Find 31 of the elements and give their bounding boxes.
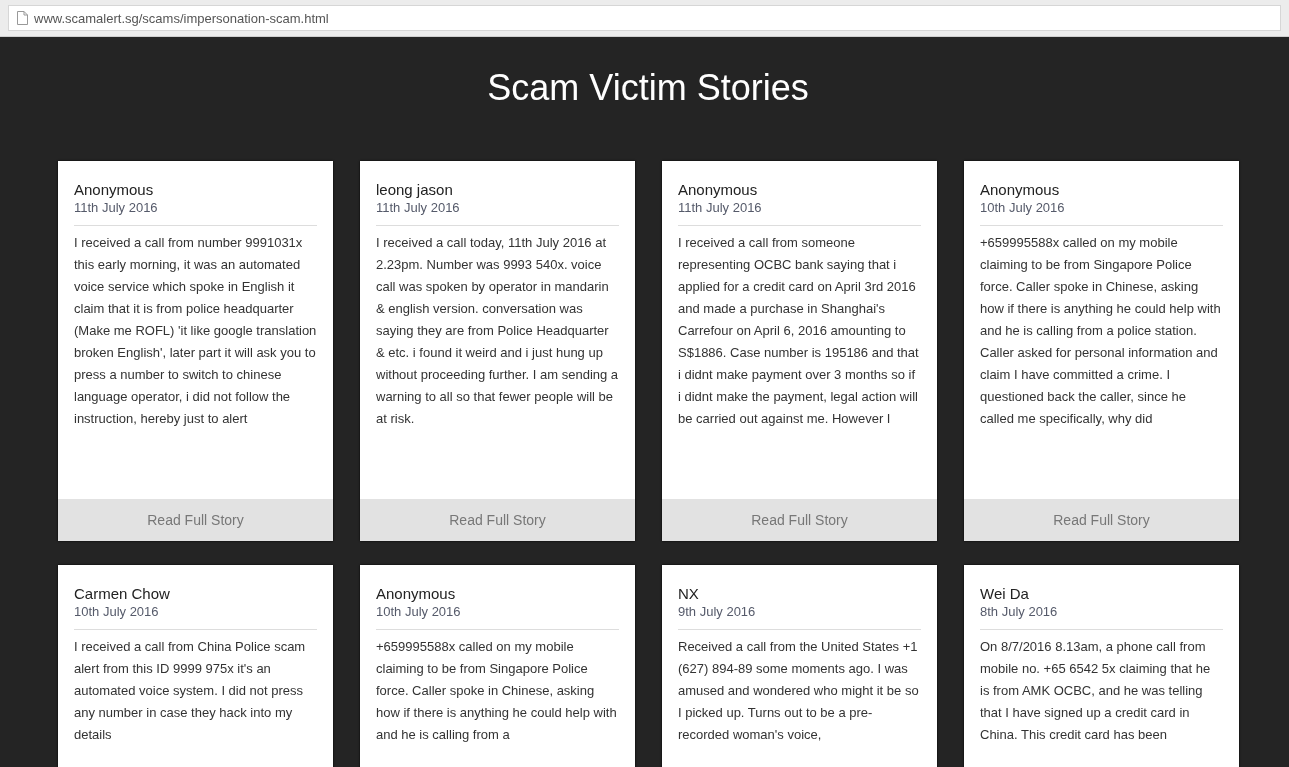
author-name: Anonymous bbox=[376, 585, 457, 603]
story-text: I received a call from China Police scam alert from this ID 9999 975x it's an automated voice system. I did not press any number in case they hack into my details bbox=[74, 638, 307, 744]
read-story-button[interactable]: Read Full Story bbox=[662, 499, 937, 541]
read-story-button[interactable]: Read Full Story bbox=[360, 499, 635, 541]
story-text: I received a call today, 11th July 2016 at 2.23pm. Number was 9993 540x. voice call was spoken by operator in mandarin & english version. conversation was saying they are from Police Headquarter & etc. i found it weird and i just hung up without proceeding further. I am sending a warning to all so that fewer people will be at risk. bbox=[376, 234, 619, 428]
story-date: 10th July 2016 bbox=[74, 603, 160, 621]
author-name: Anonymous bbox=[678, 181, 759, 199]
story-text: On 8/7/2016 8.13am, a phone call from mobile no. +65 6542 5x claiming that he is from AMK OCBC, and he was telling that I have signed up a credit card in China. This credit card has been bbox=[980, 638, 1212, 744]
story-text: I received a call from number 9991031x this early morning, it was an automated voice service which spoke in English it claim that it is from police headquarter (Make me ROFL) 'it like google translation broken English', later part it will ask you to press a number to switch to chinese language operator, i did not follow the instruction, hereby just to alert bbox=[74, 234, 317, 428]
read-story-button[interactable]: Read Full Story bbox=[964, 499, 1239, 541]
story-date: 8th July 2016 bbox=[980, 603, 1059, 621]
author-name: Anonymous bbox=[74, 181, 155, 199]
story-text: +659995588x called on my mobile claiming to be from Singapore Police force. Caller spoke in Chinese, asking how if there is anything he could help with and he is calling from a bbox=[376, 638, 618, 744]
author-name: Carmen Chow bbox=[74, 585, 171, 603]
story-date: 10th July 2016 bbox=[980, 199, 1066, 217]
story-date: 9th July 2016 bbox=[678, 603, 757, 621]
story-text: Received a call from the United States +1 (627) 894-89 some moments ago. I was amused and wondered who might it be so I picked up. Turns out to be a pre-recorded woman's voice, bbox=[678, 638, 920, 744]
story-date: 11th July 2016 bbox=[74, 199, 159, 217]
author-name: Anonymous bbox=[980, 181, 1061, 199]
read-story-button[interactable]: Read Full Story bbox=[58, 499, 333, 541]
story-date: 10th July 2016 bbox=[376, 603, 462, 621]
author-name: leong jason bbox=[376, 181, 454, 199]
story-text: +659995588x called on my mobile claiming to be from Singapore Police force. Caller spoke in Chinese, asking how if there is anything he could help with and he is calling from a police station. Caller asked for personal information and claim I have committed a crime. I questioned back the caller, since he called me specifically, why did bbox=[980, 234, 1222, 428]
author-name: NX bbox=[678, 585, 700, 603]
document-icon bbox=[17, 11, 28, 25]
address-bar[interactable]: www.scamalert.sg/scams/impersonation-scam.html bbox=[8, 5, 1281, 31]
story-date: 11th July 2016 bbox=[376, 199, 461, 217]
page-title: Scam Victim Stories bbox=[487, 67, 809, 109]
story-date: 11th July 2016 bbox=[678, 199, 763, 217]
story-text: I received a call from someone representing OCBC bank saying that i applied for a credit card on April 3rd 2016 and made a purchase in Shanghai's Carrefour on April 6, 2016 amounting to S$1886. Case number is 195186 and that i didnt make payment over 3 months so if i didnt make the payment, legal action will be carried out against me. However I bbox=[678, 234, 920, 428]
author-name: Wei Da bbox=[980, 585, 1030, 603]
